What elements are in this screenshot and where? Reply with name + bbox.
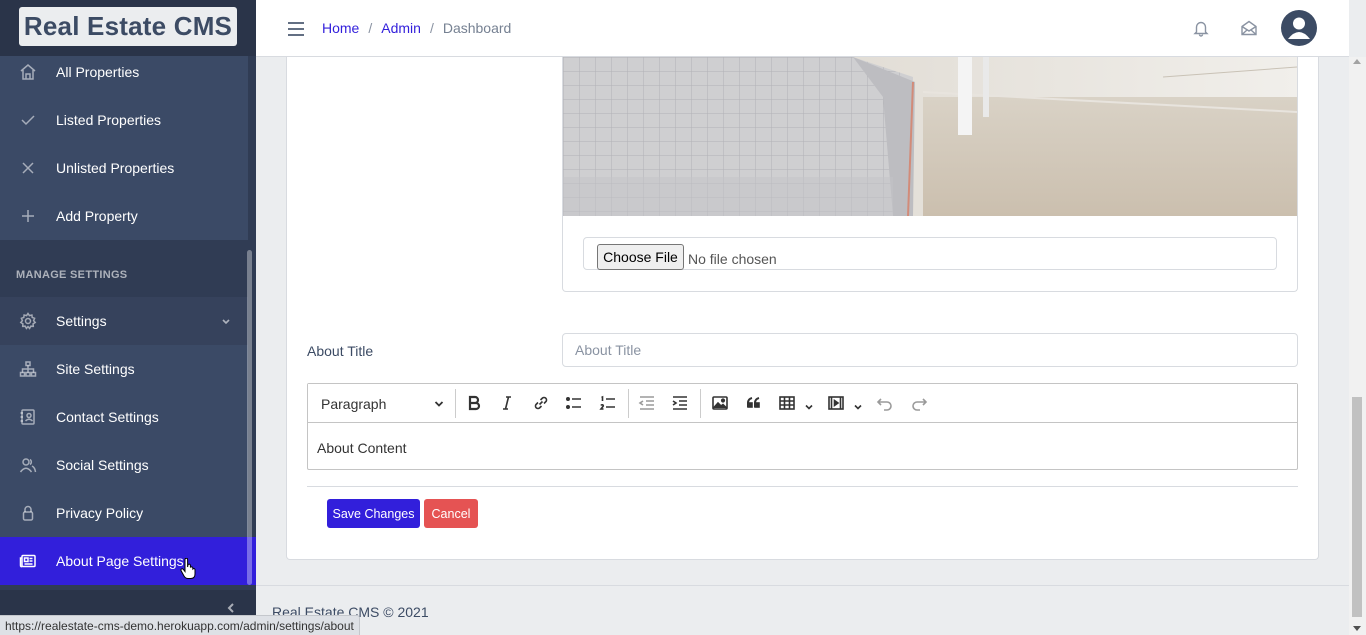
sidebar: All Properties Listed Properties Unliste… <box>0 0 256 635</box>
sidebar-item-about-page-settings[interactable]: About Page Settings <box>0 537 256 585</box>
footer: Real Estate CMS © 2021 <box>256 585 1349 635</box>
sidebar-scrollbar[interactable] <box>247 250 252 585</box>
save-changes-button[interactable]: Save Changes <box>327 499 420 528</box>
menu-toggle-icon[interactable] <box>288 22 304 36</box>
avatar[interactable] <box>1281 10 1317 46</box>
sidebar-item-label: Site Settings <box>56 361 135 377</box>
check-icon <box>0 111 56 129</box>
blockquote-icon[interactable] <box>744 393 764 413</box>
choose-file-button[interactable]: Choose File <box>597 244 684 270</box>
sidebar-item-label: Social Settings <box>56 457 149 473</box>
about-image-preview <box>563 57 1297 216</box>
indent-icon[interactable] <box>670 393 690 413</box>
sidebar-item-label: Privacy Policy <box>56 505 144 521</box>
header: Home / Admin / Dashboard <box>256 0 1349 57</box>
breadcrumb-current: Dashboard <box>442 20 512 36</box>
chevron-down-icon <box>434 401 444 407</box>
sidebar-item-listed-properties[interactable]: Listed Properties <box>0 96 248 144</box>
hand-cursor-icon <box>180 557 196 580</box>
sidebar-item-add-property[interactable]: Add Property <box>0 192 248 240</box>
about-title-input[interactable] <box>562 333 1298 367</box>
italic-icon[interactable] <box>497 393 517 413</box>
breadcrumb-separator: / <box>368 20 373 36</box>
home-icon <box>0 63 56 81</box>
heading-select[interactable]: Paragraph <box>314 390 449 417</box>
envelope-open-icon[interactable] <box>1240 19 1258 37</box>
bulleted-list-icon[interactable] <box>564 393 584 413</box>
breadcrumb-separator: / <box>429 20 434 36</box>
redo-icon[interactable] <box>909 393 929 413</box>
bold-icon[interactable] <box>464 393 484 413</box>
about-title-label: About Title <box>307 343 374 359</box>
breadcrumb-admin[interactable]: Admin <box>381 20 421 36</box>
people-icon <box>0 456 56 474</box>
newspaper-icon <box>0 552 56 570</box>
sitemap-icon <box>0 360 56 378</box>
outdent-icon[interactable] <box>637 393 657 413</box>
sidebar-item-privacy-policy[interactable]: Privacy Policy <box>0 489 248 537</box>
sidebar-item-unlisted-properties[interactable]: Unlisted Properties <box>0 144 248 192</box>
sidebar-item-settings[interactable]: Settings <box>0 297 248 345</box>
table-icon[interactable] <box>777 393 797 413</box>
chevron-down-icon <box>220 314 232 326</box>
gear-icon <box>0 312 56 330</box>
toolbar-divider <box>628 389 629 418</box>
sidebar-item-contact-settings[interactable]: Contact Settings <box>0 393 248 441</box>
sidebar-section-title: MANAGE SETTINGS <box>16 269 128 281</box>
sidebar-item-label: Contact Settings <box>56 409 159 425</box>
undo-icon[interactable] <box>875 393 895 413</box>
cancel-button[interactable]: Cancel <box>424 499 478 528</box>
sidebar-item-label: Listed Properties <box>56 112 162 128</box>
sidebar-item-label: About Page Settings <box>56 553 184 569</box>
toolbar-divider <box>455 389 456 418</box>
editor-toolbar: Paragraph <box>308 384 1297 423</box>
image-icon[interactable] <box>710 393 730 413</box>
sidebar-item-label: All Properties <box>56 64 140 80</box>
breadcrumb-home[interactable]: Home <box>322 20 359 36</box>
breadcrumb: Home / Admin / Dashboard <box>322 20 511 36</box>
scroll-up-arrow-icon[interactable] <box>1353 59 1361 64</box>
sidebar-item-site-settings[interactable]: Site Settings <box>0 345 248 393</box>
plus-icon <box>0 207 56 225</box>
main-scrollbar[interactable] <box>1349 57 1366 635</box>
sidebar-item-label: Settings <box>56 313 107 329</box>
numbered-list-icon[interactable] <box>598 393 618 413</box>
heading-select-value: Paragraph <box>321 395 387 412</box>
x-icon <box>0 159 56 177</box>
sidebar-item-social-settings[interactable]: Social Settings <box>0 441 248 489</box>
brand-area: Real Estate CMS <box>0 0 256 56</box>
chevron-down-icon[interactable] <box>805 398 813 410</box>
sidebar-item-label: Unlisted Properties <box>56 160 175 176</box>
chevron-left-icon <box>227 603 234 613</box>
sidebar-item-label: Add Property <box>56 208 138 224</box>
toolbar-divider <box>700 389 701 418</box>
file-status-text: No file chosen <box>688 251 777 267</box>
form-footer-divider <box>307 486 1298 487</box>
bell-icon[interactable] <box>1192 19 1210 37</box>
status-bar-url: https://realestate-cms-demo.herokuapp.co… <box>0 615 360 635</box>
contact-icon <box>0 408 56 426</box>
scroll-down-arrow-icon[interactable] <box>1353 626 1361 631</box>
link-icon[interactable] <box>531 393 551 413</box>
editor-content-area[interactable]: About Content <box>317 440 407 456</box>
brand-logo[interactable]: Real Estate CMS <box>19 7 237 46</box>
about-content-editor: Paragraph About Content <box>307 383 1298 470</box>
scrollbar-thumb[interactable] <box>1352 397 1362 617</box>
media-embed-icon[interactable] <box>826 393 846 413</box>
lock-icon <box>0 504 56 522</box>
chevron-down-icon[interactable] <box>854 398 862 410</box>
about-image-file-input[interactable]: Choose File No file chosen <box>583 237 1277 270</box>
